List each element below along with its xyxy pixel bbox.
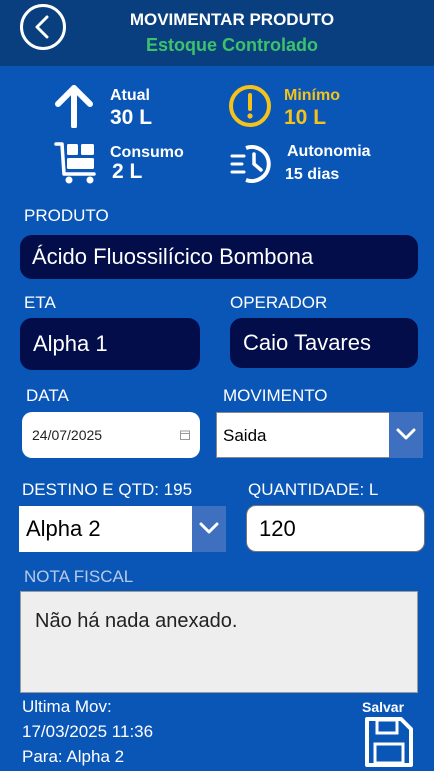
eta-label: ETA bbox=[24, 293, 56, 312]
calendar-icon[interactable] bbox=[180, 430, 190, 440]
chevron-down-icon bbox=[199, 522, 219, 534]
quantidade-label: QUANTIDADE: L bbox=[248, 480, 379, 499]
history-clock-icon bbox=[230, 145, 271, 183]
last-movement-label: Ultima Mov: bbox=[22, 697, 112, 716]
nota-fiscal-box[interactable]: Não há nada anexado. bbox=[20, 591, 418, 693]
quantidade-input[interactable]: 120 bbox=[246, 505, 425, 552]
produto-field[interactable]: Ácido Fluossilícico Bombona bbox=[20, 235, 418, 279]
save-label: Salvar bbox=[362, 699, 405, 715]
date-value: 24/07/2025 bbox=[32, 427, 103, 443]
minimo-label: Minímo bbox=[284, 87, 340, 104]
movimento-label: MOVIMENTO bbox=[223, 386, 328, 405]
minimo-value: 10 L bbox=[284, 106, 327, 129]
date-input[interactable]: 24/07/2025 bbox=[22, 412, 200, 458]
produto-label: PRODUTO bbox=[24, 206, 109, 225]
nota-label: NOTA FISCAL bbox=[24, 567, 134, 586]
data-label: DATA bbox=[26, 386, 69, 405]
autonomia-label: Autonomia bbox=[287, 143, 371, 160]
nota-text: Não há nada anexado. bbox=[35, 610, 238, 632]
destino-dropdown-button[interactable] bbox=[192, 506, 226, 552]
destino-label: DESTINO E QTD: 195 bbox=[22, 480, 193, 499]
last-movement-datetime: 17/03/2025 11:36 bbox=[22, 722, 154, 741]
atual-value: 30 L bbox=[110, 106, 153, 129]
last-movement-info: Ultima Mov: 17/03/2025 11:36 Para: Alpha… bbox=[22, 694, 153, 769]
chevron-down-icon bbox=[396, 428, 416, 440]
operador-label: OPERADOR bbox=[230, 293, 328, 312]
operador-field[interactable]: Caio Tavares bbox=[230, 318, 418, 368]
last-movement-destination: Para: Alpha 2 bbox=[22, 747, 125, 766]
page-subtitle: Estoque Controlado bbox=[146, 35, 318, 55]
movimento-dropdown-button[interactable] bbox=[389, 412, 423, 458]
destino-value: Alpha 2 bbox=[26, 516, 101, 541]
atual-label: Atual bbox=[110, 87, 150, 104]
consumo-value: 2 L bbox=[112, 160, 143, 183]
arrow-up-icon bbox=[55, 85, 93, 128]
eta-field[interactable]: Alpha 1 bbox=[20, 318, 200, 370]
save-button[interactable] bbox=[364, 716, 414, 768]
autonomia-value: 15 dias bbox=[285, 166, 340, 183]
page-title: MOVIMENTAR PRODUTO bbox=[129, 10, 335, 29]
movimento-value: Saida bbox=[223, 426, 267, 445]
quantidade-value: 120 bbox=[259, 516, 296, 541]
cart-icon bbox=[54, 142, 96, 184]
alert-icon bbox=[229, 85, 271, 127]
